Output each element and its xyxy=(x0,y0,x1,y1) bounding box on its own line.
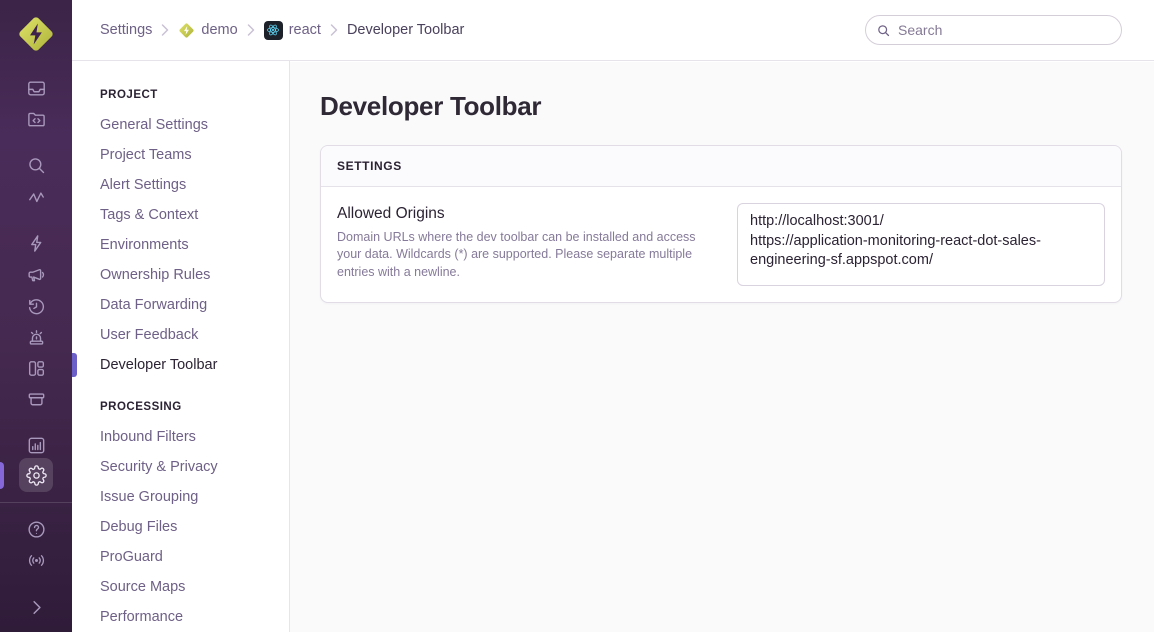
sidebar-item-environments[interactable]: Environments xyxy=(72,230,289,260)
rail-item-issues[interactable] xyxy=(19,71,53,105)
broadcast-icon xyxy=(26,550,47,571)
rail-item-quickstart[interactable] xyxy=(19,226,53,260)
lightning-icon xyxy=(26,233,47,254)
breadcrumb-org-label: demo xyxy=(201,22,237,38)
sidebar-item-source-maps[interactable]: Source Maps xyxy=(72,572,289,602)
bar-chart-icon xyxy=(26,435,47,456)
allowed-origins-label: Allowed Origins xyxy=(337,205,717,223)
rail-item-replays[interactable] xyxy=(19,289,53,323)
sidebar-section-title: PROJECT xyxy=(72,80,289,110)
inbox-icon xyxy=(26,78,47,99)
org-logo[interactable] xyxy=(16,14,56,54)
page-title: Developer Toolbar xyxy=(320,92,1122,120)
rail-item-alerts[interactable] xyxy=(19,320,53,354)
rail-collapse-toggle[interactable] xyxy=(19,590,53,624)
breadcrumb-settings[interactable]: Settings xyxy=(100,22,152,38)
rail-item-stats[interactable] xyxy=(19,428,53,462)
rail-item-help[interactable] xyxy=(19,512,53,546)
field-description: Allowed Origins Domain URLs where the de… xyxy=(337,203,717,281)
sidebar-item-general-settings[interactable]: General Settings xyxy=(72,110,289,140)
rail-item-dashboards[interactable] xyxy=(19,351,53,385)
settings-sidebar: PROJECT General Settings Project Teams A… xyxy=(72,61,290,632)
demo-org-avatar-icon xyxy=(178,22,195,39)
rail-item-settings[interactable] xyxy=(19,458,53,492)
rail-item-releases[interactable] xyxy=(19,382,53,416)
gear-icon xyxy=(26,465,47,486)
siren-icon xyxy=(26,327,47,348)
sidebar-item-performance[interactable]: Performance xyxy=(72,602,289,632)
icon-rail xyxy=(0,0,72,632)
sidebar-item-project-teams[interactable]: Project Teams xyxy=(72,140,289,170)
allowed-origins-textarea[interactable]: http://localhost:3001/ https://applicati… xyxy=(737,203,1105,286)
rail-item-whats-new[interactable] xyxy=(19,257,53,291)
rail-item-broadcast[interactable] xyxy=(19,543,53,577)
demo-org-avatar-icon xyxy=(16,14,56,54)
pulse-icon xyxy=(26,187,47,208)
breadcrumb: Settings demo react xyxy=(100,21,464,40)
sidebar-section-title: PROCESSING xyxy=(72,392,289,422)
react-project-avatar-icon xyxy=(264,21,283,40)
rail-item-projects[interactable] xyxy=(19,102,53,136)
field-control: http://localhost:3001/ https://applicati… xyxy=(737,203,1105,286)
sidebar-section-project: PROJECT General Settings Project Teams A… xyxy=(72,80,289,380)
panel-header: SETTINGS xyxy=(321,146,1121,187)
sidebar-item-tags-context[interactable]: Tags & Context xyxy=(72,200,289,230)
breadcrumb-separator-icon xyxy=(330,24,338,36)
sidebar-item-issue-grouping[interactable]: Issue Grouping xyxy=(72,482,289,512)
rail-item-metrics[interactable] xyxy=(19,180,53,214)
sidebar-item-alert-settings[interactable]: Alert Settings xyxy=(72,170,289,200)
main-content: Developer Toolbar SETTINGS Allowed Origi… xyxy=(290,62,1154,632)
rail-item-explore[interactable] xyxy=(19,148,53,182)
archive-box-icon xyxy=(26,389,47,410)
search-icon xyxy=(26,155,47,176)
allowed-origins-help-text: Domain URLs where the dev toolbar can be… xyxy=(337,229,717,281)
top-bar: Settings demo react xyxy=(72,0,1154,61)
breadcrumb-project-react[interactable]: react xyxy=(264,21,321,40)
allowed-origins-field-row: Allowed Origins Domain URLs where the de… xyxy=(321,187,1121,302)
search-icon xyxy=(876,23,891,38)
active-nav-indicator xyxy=(0,462,4,489)
sidebar-item-proguard[interactable]: ProGuard xyxy=(72,542,289,572)
breadcrumb-current-label: Developer Toolbar xyxy=(347,22,464,38)
breadcrumb-project-label: react xyxy=(289,22,321,38)
breadcrumb-separator-icon xyxy=(247,24,255,36)
breadcrumb-current-page: Developer Toolbar xyxy=(347,22,464,38)
sidebar-item-security-privacy[interactable]: Security & Privacy xyxy=(72,452,289,482)
breadcrumb-settings-label: Settings xyxy=(100,22,152,38)
megaphone-icon xyxy=(26,264,47,285)
sidebar-item-debug-files[interactable]: Debug Files xyxy=(72,512,289,542)
search-input[interactable] xyxy=(898,22,1111,38)
sidebar-item-developer-toolbar[interactable]: Developer Toolbar xyxy=(72,350,289,380)
sidebar-item-inbound-filters[interactable]: Inbound Filters xyxy=(72,422,289,452)
breadcrumb-separator-icon xyxy=(161,24,169,36)
sidebar-item-user-feedback[interactable]: User Feedback xyxy=(72,320,289,350)
layout-grid-icon xyxy=(26,358,47,379)
chevron-right-icon xyxy=(26,597,47,618)
search-box xyxy=(865,15,1122,45)
sidebar-item-data-forwarding[interactable]: Data Forwarding xyxy=(72,290,289,320)
sidebar-item-ownership-rules[interactable]: Ownership Rules xyxy=(72,260,289,290)
rail-divider xyxy=(0,502,72,503)
question-icon xyxy=(26,519,47,540)
settings-panel: SETTINGS Allowed Origins Domain URLs whe… xyxy=(320,145,1122,303)
code-folder-icon xyxy=(26,109,47,130)
sidebar-section-processing: PROCESSING Inbound Filters Security & Pr… xyxy=(72,392,289,632)
breadcrumb-org-demo[interactable]: demo xyxy=(178,22,237,39)
clock-history-icon xyxy=(26,296,47,317)
